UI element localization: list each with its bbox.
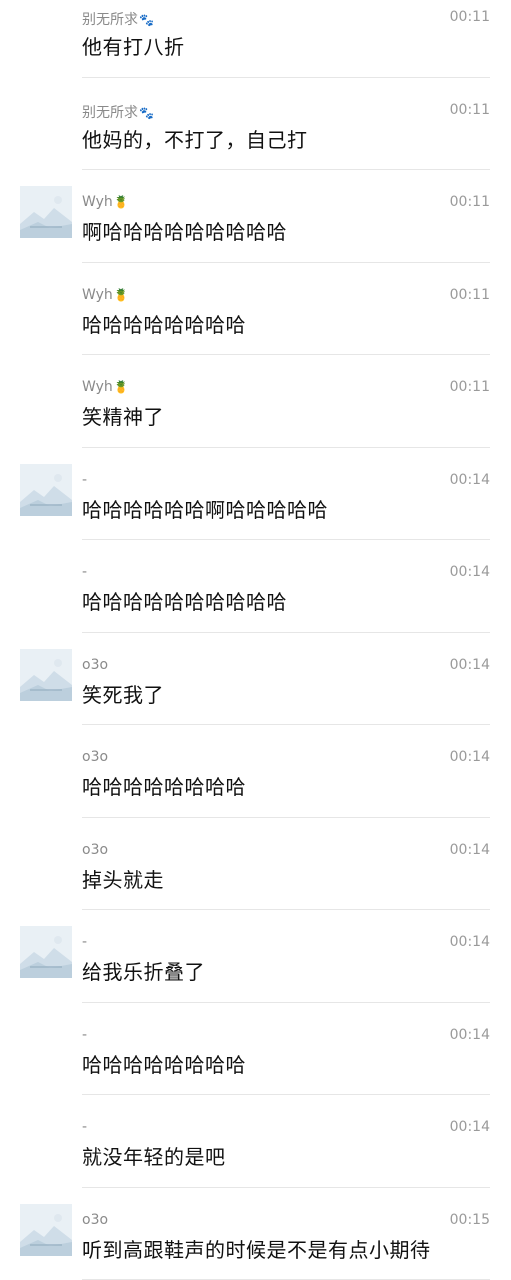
image-placeholder-icon [20, 463, 72, 516]
sender-name[interactable]: 别无所求🐾 [82, 102, 154, 122]
message-time: 00:14 [449, 934, 490, 950]
sender-label: o3o [82, 1211, 109, 1228]
avatar[interactable] [20, 186, 72, 238]
sender-label: o3o [82, 749, 109, 765]
message-time: 00:14 [449, 749, 490, 765]
sender-name[interactable]: 别无所求🐾 [82, 9, 154, 29]
avatar[interactable] [20, 648, 72, 701]
message-row[interactable]: Wyh🍍 00:11 哈哈哈哈哈哈哈哈 [0, 263, 511, 355]
sender-name[interactable]: o3o [82, 842, 108, 858]
sender-label: o3o [82, 656, 109, 673]
message-text[interactable]: 哈哈哈哈哈哈哈哈 [82, 1049, 246, 1078]
message-time: 00:11 [449, 194, 490, 210]
sender-emoji-icon: 🍍 [113, 380, 129, 394]
message-time: 00:14 [449, 564, 490, 580]
avatar[interactable] [20, 1203, 72, 1256]
sender-name[interactable]: o3o [82, 749, 108, 765]
sender-emoji-icon: 🐾 [139, 13, 154, 27]
message-row[interactable]: o3o 00:14 笑死我了 [0, 633, 511, 725]
avatar[interactable] [20, 463, 72, 516]
image-placeholder-icon [20, 186, 72, 238]
message-text[interactable]: 哈哈哈哈哈哈哈哈 [82, 309, 246, 338]
message-text[interactable]: 给我乐折叠了 [82, 956, 205, 985]
message-text[interactable]: 掉头就走 [82, 864, 164, 893]
message-row[interactable]: 别无所求🐾 00:11 他有打八折 [0, 0, 511, 78]
message-row[interactable]: Wyh🍍 00:11 啊哈哈哈哈哈哈哈哈哈 [0, 170, 511, 263]
message-row[interactable]: Wyh🍍 00:11 笑精神了 [0, 355, 511, 448]
message-text[interactable]: 他妈的，不打了，自己打 [82, 124, 308, 153]
sender-name[interactable]: - [82, 472, 87, 488]
message-time: 00:14 [449, 1119, 490, 1135]
message-time: 00:11 [449, 101, 490, 118]
message-text[interactable]: 笑精神了 [82, 401, 164, 430]
sender-label: - [82, 1026, 88, 1043]
sender-label: o3o [82, 841, 109, 858]
sender-name[interactable]: - [82, 1119, 87, 1135]
message-row[interactable]: - 00:14 就没年轻的是吧 [0, 1095, 511, 1188]
sender-name[interactable]: o3o [82, 1212, 108, 1228]
avatar[interactable] [20, 926, 72, 978]
message-text[interactable]: 就没年轻的是吧 [82, 1141, 226, 1170]
sender-name[interactable]: Wyh🍍 [82, 194, 129, 210]
message-time: 00:11 [449, 286, 490, 303]
sender-emoji-icon: 🍍 [113, 195, 129, 209]
sender-name[interactable]: Wyh🍍 [82, 379, 129, 395]
sender-label: Wyh [82, 286, 113, 303]
sender-label: 别无所求 [82, 12, 138, 28]
message-text[interactable]: 听到高跟鞋声的时候是不是有点小期待 [82, 1234, 431, 1263]
message-time: 00:11 [449, 379, 490, 395]
image-placeholder-icon [20, 1203, 72, 1256]
message-row[interactable]: - 00:14 哈哈哈哈哈哈哈哈哈哈 [0, 540, 511, 633]
sender-name[interactable]: - [82, 1027, 87, 1043]
message-text[interactable]: 他有打八折 [82, 31, 185, 60]
message-row[interactable]: 别无所求🐾 00:11 他妈的，不打了，自己打 [0, 78, 511, 170]
message-row[interactable]: o3o 00:14 哈哈哈哈哈哈哈哈 [0, 725, 511, 818]
sender-label: 别无所求 [82, 104, 138, 121]
message-time: 00:14 [449, 656, 490, 673]
sender-label: Wyh [82, 379, 113, 395]
image-placeholder-icon [20, 926, 72, 978]
message-row[interactable]: o3o 00:14 掉头就走 [0, 818, 511, 910]
sender-name[interactable]: - [82, 564, 87, 580]
message-row[interactable]: - 00:14 给我乐折叠了 [0, 910, 511, 1003]
message-row[interactable]: o3o 00:15 听到高跟鞋声的时候是不是有点小期待 [0, 1188, 511, 1280]
message-text[interactable]: 哈哈哈哈哈哈啊哈哈哈哈哈 [82, 494, 328, 523]
sender-name[interactable]: Wyh🍍 [82, 287, 129, 303]
sender-emoji-icon: 🐾 [139, 105, 154, 120]
sender-label: - [82, 1119, 88, 1135]
sender-emoji-icon: 🍍 [113, 287, 129, 302]
sender-label: - [82, 471, 88, 488]
sender-name[interactable]: o3o [82, 657, 108, 673]
message-time: 00:14 [449, 841, 490, 858]
message-time: 00:14 [449, 1026, 490, 1043]
message-text[interactable]: 哈哈哈哈哈哈哈哈 [82, 771, 246, 800]
message-time: 00:15 [449, 1211, 490, 1228]
message-row[interactable]: - 00:14 哈哈哈哈哈哈哈哈 [0, 1003, 511, 1095]
image-placeholder-icon [20, 648, 72, 701]
sender-name[interactable]: - [82, 934, 87, 950]
message-text[interactable]: 啊哈哈哈哈哈哈哈哈哈 [82, 216, 287, 245]
sender-label: - [82, 564, 88, 580]
sender-label: Wyh [82, 194, 113, 210]
chat-message-list: 别无所求🐾 00:11 他有打八折 别无所求🐾 00:11 他妈的，不打了，自己打 Wyh🍍… [0, 0, 511, 1280]
message-time: 00:14 [449, 471, 490, 488]
message-row[interactable]: - 00:14 哈哈哈哈哈哈啊哈哈哈哈哈 [0, 448, 511, 540]
message-text[interactable]: 哈哈哈哈哈哈哈哈哈哈 [82, 586, 287, 615]
message-text[interactable]: 笑死我了 [82, 679, 164, 708]
sender-label: - [82, 934, 88, 950]
message-time: 00:11 [449, 9, 490, 25]
